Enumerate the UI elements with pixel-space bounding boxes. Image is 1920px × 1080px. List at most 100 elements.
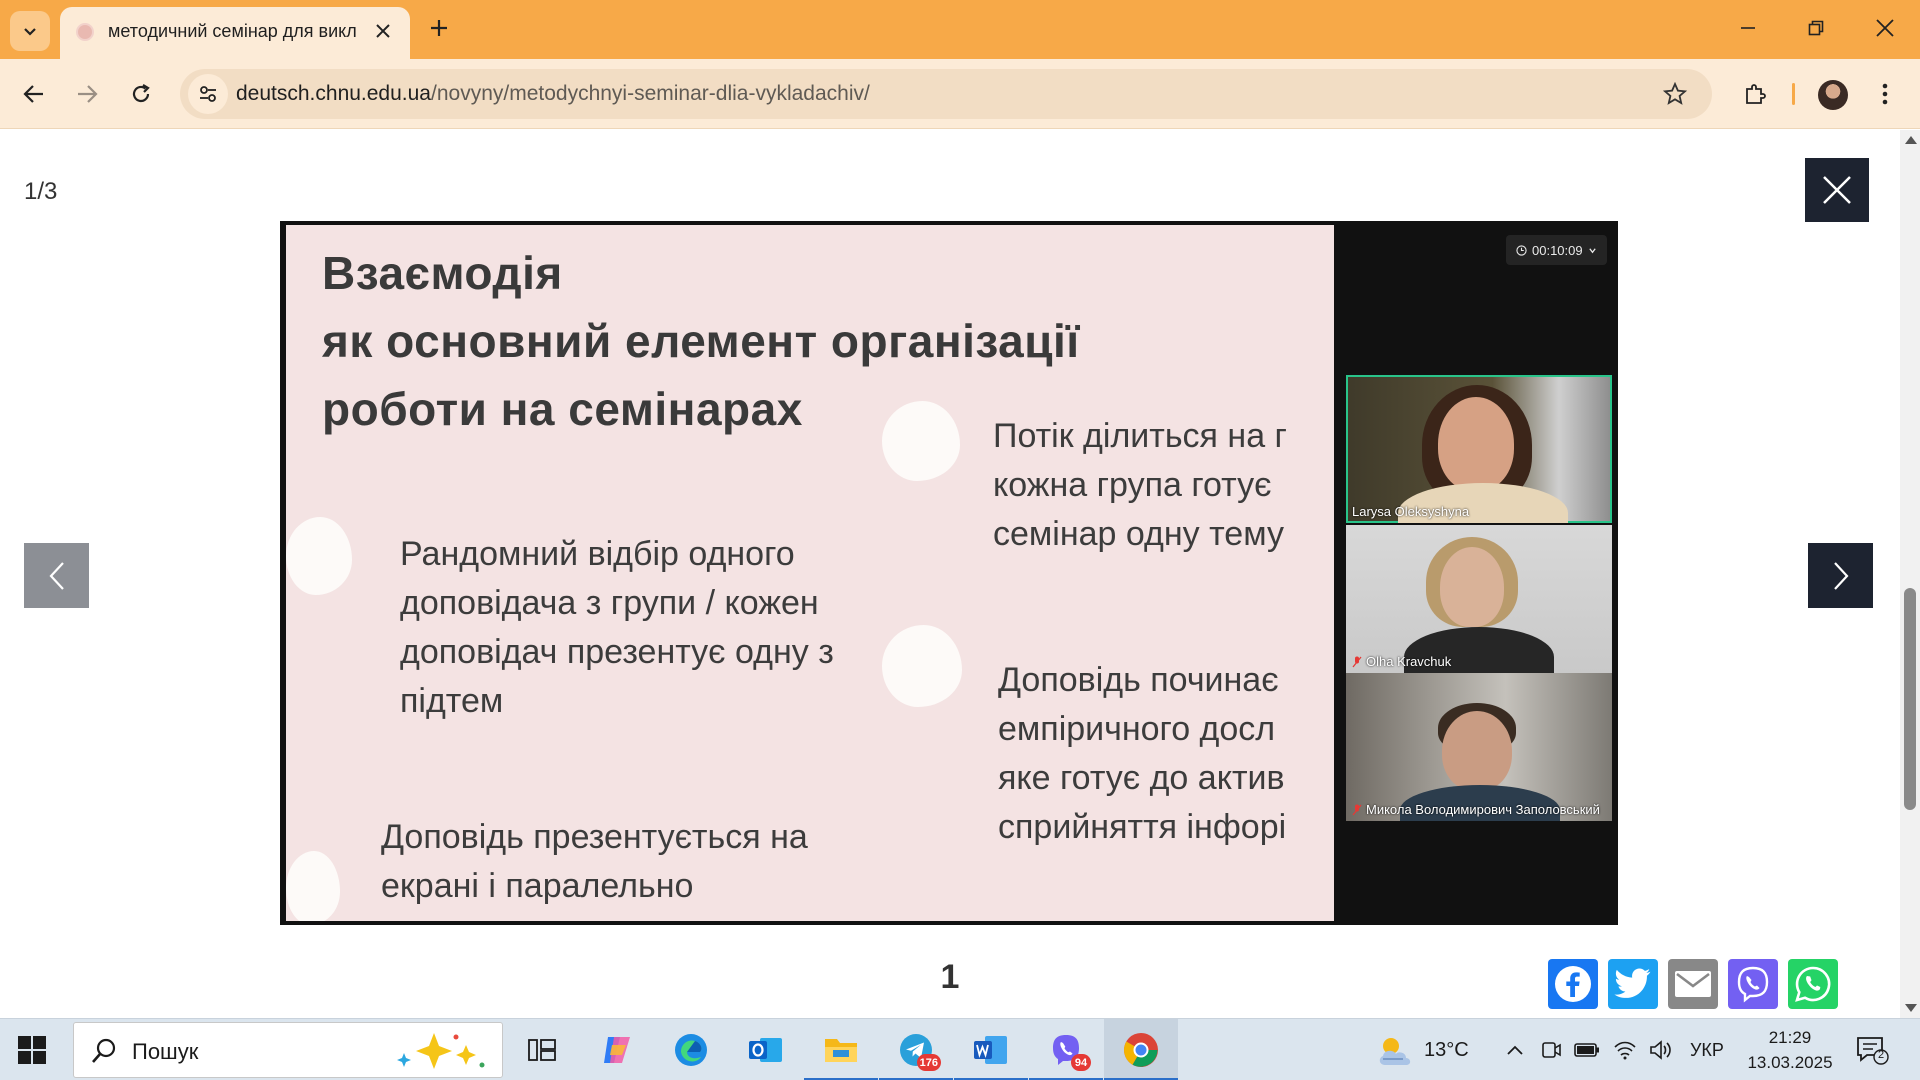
arrow-left-icon	[23, 85, 43, 103]
slide-title-line: роботи на семінарах	[322, 383, 803, 435]
windows-logo-icon	[33, 1036, 46, 1049]
participant-tile[interactable]: Larysa Oleksyshyna	[1346, 375, 1612, 523]
mic-off-icon	[1352, 804, 1362, 816]
forward-button[interactable]	[67, 74, 107, 114]
viber-icon	[1737, 966, 1769, 1003]
share-email-button[interactable]	[1668, 959, 1718, 1009]
address-bar[interactable]: deutsch.chnu.edu.ua/novyny/metodychnyi-s…	[180, 69, 1712, 119]
chevron-right-icon	[1833, 561, 1848, 590]
previous-image-button[interactable]	[24, 543, 89, 608]
outlook-icon	[749, 1038, 782, 1062]
restore-button[interactable]	[1786, 8, 1846, 48]
wifi-icon	[1614, 1041, 1636, 1060]
taskbar-telegram[interactable]: 176	[879, 1019, 953, 1080]
show-hidden-icons-button[interactable]	[1502, 1037, 1528, 1063]
bookmark-button[interactable]	[1660, 79, 1690, 109]
browser-menu-button[interactable]	[1870, 74, 1900, 114]
chevron-up-icon	[1507, 1045, 1523, 1055]
twitter-icon	[1614, 968, 1651, 998]
share-twitter-button[interactable]	[1608, 959, 1658, 1009]
back-button[interactable]	[14, 74, 54, 114]
tune-icon	[200, 86, 216, 102]
whatsapp-icon	[1795, 966, 1831, 1002]
windows-logo-icon	[18, 1036, 31, 1049]
taskbar-viber[interactable]: 94	[1029, 1019, 1103, 1080]
tray-battery[interactable]	[1574, 1037, 1600, 1063]
taskbar-outlook[interactable]	[729, 1019, 803, 1080]
chevron-left-icon	[49, 561, 64, 590]
favicon-icon	[76, 23, 94, 41]
weather-temperature[interactable]: 13°C	[1424, 1039, 1469, 1062]
profile-avatar[interactable]	[1818, 80, 1848, 110]
clock-time: 21:29	[1768, 1028, 1812, 1047]
email-icon	[1675, 971, 1711, 997]
tray-meet-now[interactable]	[1538, 1037, 1564, 1063]
taskbar-copilot[interactable]	[580, 1019, 654, 1080]
tab-close-button[interactable]	[370, 18, 396, 44]
lightbox: 1/3 Взаємодія як основний елемент органі…	[0, 130, 1920, 1018]
lightbox-close-button[interactable]	[1805, 158, 1869, 222]
slide-block-groups: Потік ділиться на г кожна група готує се…	[993, 417, 1287, 553]
participant-tile[interactable]: Микола Володимирович Заполовський	[1346, 673, 1612, 821]
window-close-button[interactable]	[1855, 8, 1915, 48]
windows-logo-icon	[18, 1051, 31, 1064]
taskbar-file-explorer[interactable]	[804, 1019, 878, 1080]
extensions-button[interactable]	[1735, 74, 1775, 114]
facebook-icon	[1555, 966, 1591, 1002]
minimize-button[interactable]	[1718, 8, 1778, 48]
puzzle-icon	[1746, 84, 1766, 104]
share-viber-button[interactable]	[1728, 959, 1778, 1009]
new-tab-button[interactable]	[423, 12, 455, 44]
participant-name: Olha Kravchuk	[1366, 654, 1452, 669]
taskbar-search[interactable]: Пошук	[73, 1022, 503, 1078]
participant-video	[1438, 397, 1514, 491]
speaker-icon	[1650, 1040, 1671, 1060]
slide-image: Взаємодія як основний елемент організаці…	[280, 221, 1618, 925]
image-counter: 1/3	[24, 178, 58, 205]
folder-icon	[825, 1039, 857, 1062]
search-placeholder: Пошук	[132, 1039, 199, 1064]
search-icon	[92, 1038, 116, 1063]
tab-search-button[interactable]	[10, 11, 50, 51]
share-whatsapp-button[interactable]	[1788, 959, 1838, 1009]
slide-block-screen-presentation: Доповідь презентується на екрані і парал…	[381, 818, 808, 905]
browser-tab[interactable]: методичний семінар для викл	[60, 7, 410, 59]
system-clock[interactable]: 21:29 13.03.2025	[1740, 1025, 1840, 1075]
tray-network[interactable]	[1612, 1037, 1638, 1063]
tray-volume[interactable]	[1648, 1037, 1674, 1063]
copilot-icon	[604, 1037, 630, 1063]
site-info-button[interactable]	[188, 74, 228, 114]
chevron-down-icon	[1588, 247, 1596, 253]
next-image-button[interactable]	[1808, 543, 1873, 608]
input-language[interactable]: УКР	[1690, 1040, 1724, 1061]
word-icon	[974, 1036, 1007, 1064]
taskbar-edge[interactable]	[654, 1019, 728, 1080]
taskbar-task-view[interactable]	[505, 1019, 579, 1080]
mic-off-icon	[1352, 656, 1362, 668]
timer-text: 00:10:09	[1532, 242, 1583, 258]
taskbar-word[interactable]	[954, 1019, 1028, 1080]
meeting-timer: 00:10:09	[1506, 235, 1607, 265]
battery-icon	[1574, 1043, 1599, 1057]
chrome-icon	[1124, 1033, 1158, 1067]
participant-tile[interactable]: Olha Kravchuk	[1346, 525, 1612, 673]
participant-name: Larysa Oleksyshyna	[1352, 504, 1470, 519]
share-facebook-button[interactable]	[1548, 959, 1598, 1009]
scroll-down-arrow[interactable]	[1905, 1004, 1917, 1012]
close-icon	[1823, 176, 1851, 204]
reload-button[interactable]	[121, 74, 161, 114]
close-icon	[1876, 19, 1894, 37]
browser-toolbar: deutsch.chnu.edu.ua/novyny/metodychnyi-s…	[0, 59, 1920, 129]
notification-center-button[interactable]: 2	[1855, 1035, 1889, 1065]
scrollbar-thumb[interactable]	[1904, 588, 1916, 810]
more-vertical-icon	[1882, 83, 1888, 105]
restore-icon	[1808, 20, 1824, 36]
taskbar-chrome[interactable]	[1104, 1019, 1178, 1080]
page-scrollbar[interactable]	[1900, 130, 1920, 1018]
url-text[interactable]: deutsch.chnu.edu.ua/novyny/metodychnyi-s…	[236, 82, 870, 106]
participant-label: Olha Kravchuk	[1352, 654, 1451, 669]
slide-block-empirical: Доповідь починає емпіричного досл яке го…	[998, 661, 1287, 846]
participant-name: Микола Володимирович Заполовський	[1366, 802, 1600, 817]
start-button[interactable]	[18, 1036, 46, 1064]
scroll-up-arrow[interactable]	[1905, 136, 1917, 144]
